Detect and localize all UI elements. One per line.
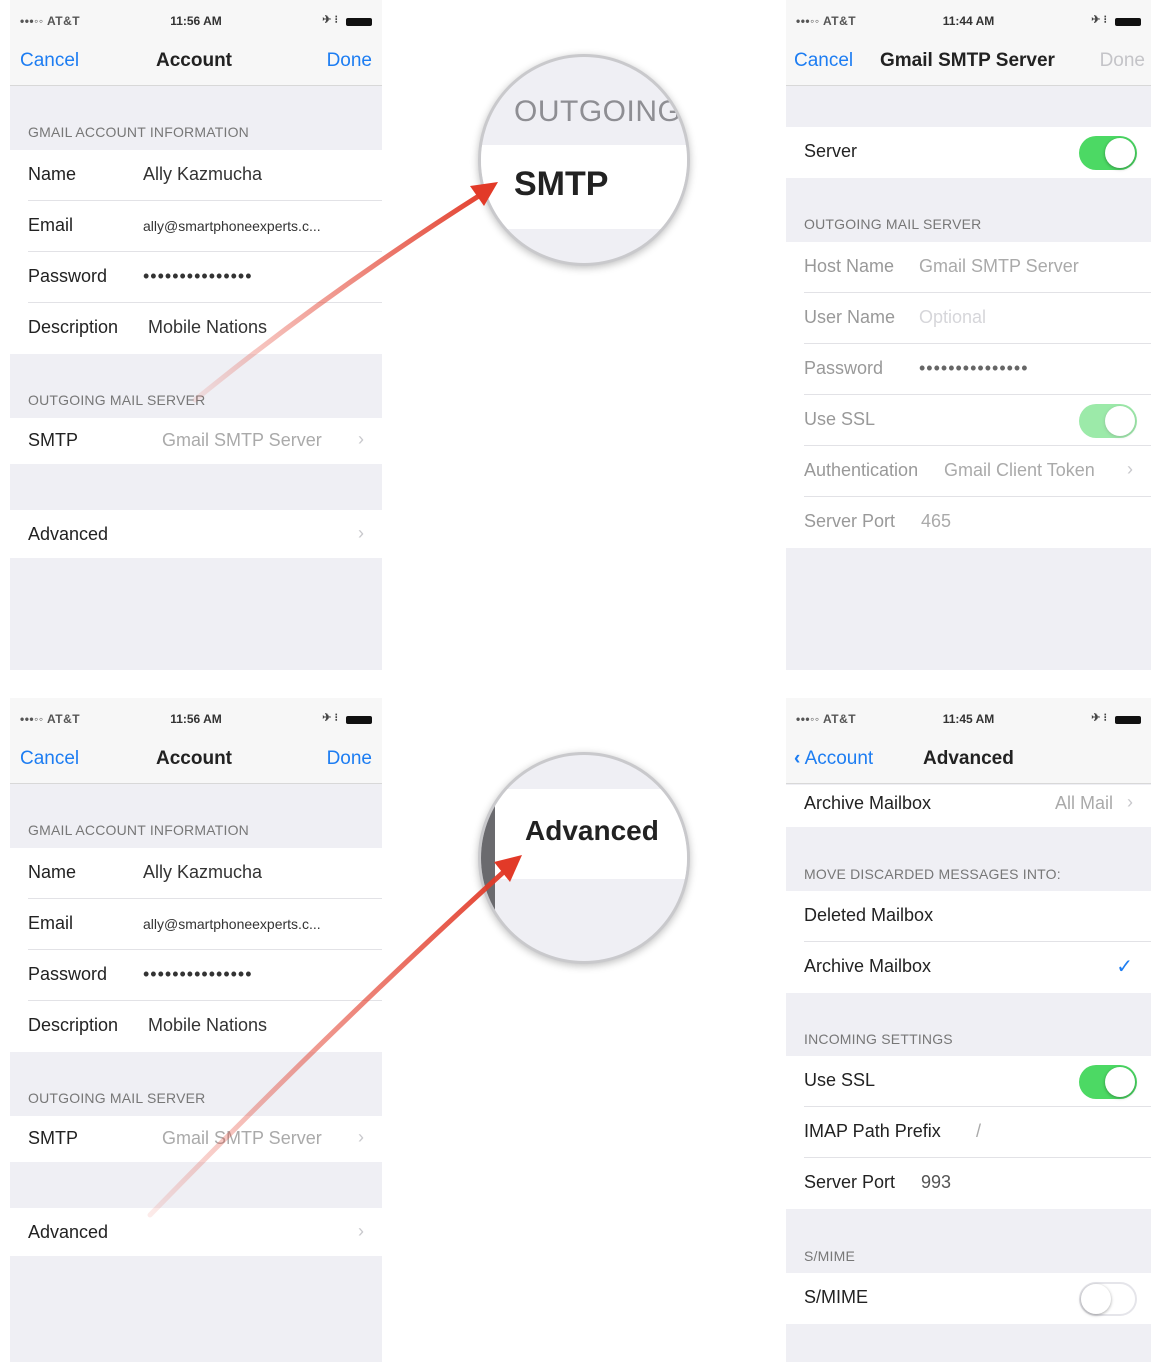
- arrow-to-advanced: [147, 865, 511, 1218]
- annotation-arrows: [147, 182, 522, 1218]
- arrow-head-smtp: [470, 182, 498, 206]
- arrow-to-smtp: [192, 189, 488, 403]
